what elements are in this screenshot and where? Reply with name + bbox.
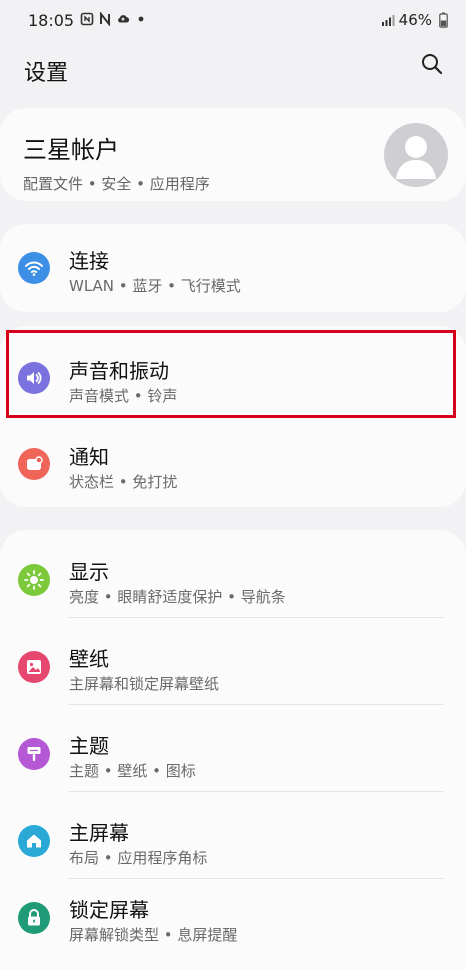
account-subtitle: 配置文件 • 安全 • 应用程序 xyxy=(23,175,210,193)
item-subtitle: 亮度 • 眼睛舒适度保护 • 导航条 xyxy=(69,588,286,606)
item-title: 主题 xyxy=(69,734,109,758)
item-subtitle: 主题 • 壁纸 • 图标 xyxy=(69,762,196,780)
item-title: 锁定屏幕 xyxy=(69,898,149,922)
lock-icon xyxy=(18,902,50,934)
settings-item-themes[interactable]: 主题 主题 • 壁纸 • 图标 xyxy=(0,710,466,796)
divider xyxy=(68,791,444,792)
divider xyxy=(68,878,444,879)
item-title: 连接 xyxy=(69,249,109,273)
item-title: 壁纸 xyxy=(69,647,109,671)
divider xyxy=(68,704,444,705)
settings-item-home-screen[interactable]: 主屏幕 布局 • 应用程序角标 xyxy=(0,797,466,883)
signal-icon xyxy=(381,13,395,27)
volume-icon xyxy=(18,362,50,394)
avatar[interactable] xyxy=(384,123,448,187)
search-icon xyxy=(421,53,443,79)
person-icon xyxy=(396,136,436,179)
paintbrush-icon xyxy=(18,738,50,770)
connections-card: 连接 WLAN • 蓝牙 • 飞行模式 xyxy=(0,224,466,312)
status-time: 18:05 xyxy=(28,11,75,30)
display-group-card: 显示 亮度 • 眼睛舒适度保护 • 导航条 壁纸 主屏幕和锁定屏幕壁纸 主题 主… xyxy=(0,530,466,970)
item-subtitle: 状态栏 • 免打扰 xyxy=(69,473,178,491)
item-title: 显示 xyxy=(69,560,109,584)
item-title: 通知 xyxy=(69,445,109,469)
settings-item-connections[interactable]: 连接 WLAN • 蓝牙 • 飞行模式 xyxy=(0,224,466,310)
item-subtitle: 屏幕解锁类型 • 息屏提醒 xyxy=(69,926,238,944)
nfc-icon xyxy=(80,12,94,26)
settings-item-display[interactable]: 显示 亮度 • 眼睛舒适度保护 • 导航条 xyxy=(0,536,466,622)
settings-item-lock-screen[interactable]: 锁定屏幕 屏幕解锁类型 • 息屏提醒 xyxy=(0,884,466,970)
item-subtitle: 布局 • 应用程序角标 xyxy=(69,849,208,867)
n-icon xyxy=(98,12,112,26)
cloud-icon xyxy=(116,12,130,26)
item-subtitle: WLAN • 蓝牙 • 飞行模式 xyxy=(69,277,241,295)
settings-item-sound-vibration[interactable]: 声音和振动 声音模式 • 铃声 xyxy=(0,332,466,418)
sound-notifications-card: 声音和振动 声音模式 • 铃声 通知 状态栏 • 免打扰 xyxy=(0,326,466,507)
battery-icon xyxy=(436,12,450,28)
wifi-icon xyxy=(18,252,50,284)
dot-icon xyxy=(134,12,148,26)
settings-item-notifications[interactable]: 通知 状态栏 • 免打扰 xyxy=(0,419,466,505)
item-subtitle: 主屏幕和锁定屏幕壁纸 xyxy=(69,675,220,693)
sun-icon xyxy=(18,564,50,596)
item-title: 声音和振动 xyxy=(69,359,169,383)
settings-item-wallpaper[interactable]: 壁纸 主屏幕和锁定屏幕壁纸 xyxy=(0,623,466,709)
divider xyxy=(68,617,444,618)
notification-icon xyxy=(18,448,50,480)
home-icon xyxy=(18,825,50,857)
item-subtitle: 声音模式 • 铃声 xyxy=(69,387,178,405)
status-bar: 18:05 46% xyxy=(0,0,466,42)
item-title: 主屏幕 xyxy=(69,821,129,845)
page-title: 设置 xyxy=(24,61,69,86)
battery-percent: 46% xyxy=(398,11,432,29)
account-title: 三星帐户 xyxy=(23,136,119,164)
wallpaper-icon xyxy=(18,651,50,683)
status-right: 46% xyxy=(381,11,450,29)
search-button[interactable] xyxy=(418,52,446,80)
notification-icons xyxy=(80,12,148,26)
